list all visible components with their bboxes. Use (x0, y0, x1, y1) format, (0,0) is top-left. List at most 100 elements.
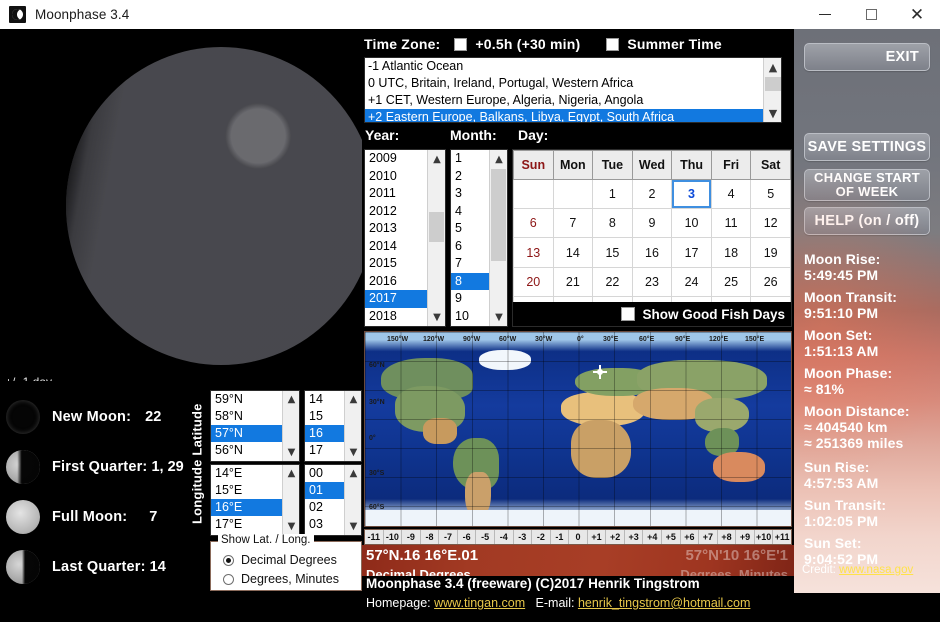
tz-tick[interactable]: -11 (365, 530, 384, 544)
day-cell[interactable]: 24 (671, 266, 712, 297)
close-button[interactable]: ✕ (894, 0, 940, 29)
list-item[interactable]: 14°E (211, 465, 282, 482)
tz-tick[interactable]: +6 (681, 530, 700, 544)
list-item-selected[interactable]: 8 (451, 272, 489, 290)
scrollbar[interactable]: ▲ ▼ (344, 465, 361, 535)
list-item[interactable]: 58°N (211, 408, 282, 425)
day-cell[interactable]: 23 (631, 266, 673, 297)
list-item[interactable]: 2009 (365, 150, 427, 168)
latitude-minutes-list[interactable]: 14 15 16 17 ▲ ▼ (304, 390, 362, 462)
list-item-selected[interactable]: 16 (305, 425, 344, 442)
tz-tick[interactable]: -1 (551, 530, 570, 544)
list-item[interactable]: 03 (305, 516, 344, 533)
list-item[interactable]: 2012 (365, 203, 427, 221)
tz-tick[interactable]: -9 (402, 530, 421, 544)
day-cell[interactable]: 10 (671, 208, 712, 239)
list-item[interactable]: 2014 (365, 238, 427, 256)
scrollbar-thumb[interactable] (491, 169, 506, 261)
day-cell[interactable]: 15 (592, 237, 633, 268)
longitude-minutes-list[interactable]: 00 01 02 03 ▲ ▼ (304, 464, 362, 536)
list-item[interactable]: 17 (305, 442, 344, 459)
scrollbar-thumb[interactable] (429, 212, 444, 242)
radio-decimal-degrees[interactable]: Decimal Degrees (223, 553, 337, 567)
day-cell[interactable]: 22 (592, 266, 633, 297)
list-item[interactable]: 4 (451, 203, 489, 221)
day-cell[interactable]: 7 (552, 208, 594, 239)
scrollbar-thumb[interactable] (765, 77, 781, 91)
scroll-down-icon[interactable]: ▼ (764, 104, 781, 122)
scrollbar[interactable]: ▲ ▼ (282, 465, 299, 535)
day-cell[interactable]: 8 (592, 208, 633, 239)
day-cell[interactable]: 12 (750, 208, 791, 239)
list-item[interactable]: 56°N (211, 442, 282, 459)
day-cell[interactable]: 14 (552, 237, 594, 268)
list-item[interactable]: 2011 (365, 185, 427, 203)
scroll-down-icon[interactable]: ▼ (345, 518, 361, 535)
scroll-down-icon[interactable]: ▼ (345, 444, 361, 461)
tz-tick[interactable]: +7 (699, 530, 718, 544)
homepage-link[interactable]: www.tingan.com (434, 596, 525, 610)
tz-tick[interactable]: -5 (476, 530, 495, 544)
world-map[interactable]: 150°W 120°W 90°W 60°W 30°W 0° 30°E 60°E … (364, 331, 792, 527)
scroll-up-icon[interactable]: ▲ (764, 58, 781, 76)
list-item[interactable]: 2016 (365, 273, 427, 291)
tz-tick[interactable]: +11 (773, 530, 791, 544)
scrollbar[interactable]: ▲ ▼ (282, 391, 299, 461)
month-list[interactable]: 1 2 3 4 5 6 7 8 9 10 ▲ ▼ (450, 149, 508, 327)
list-item[interactable]: 10 (451, 308, 489, 326)
list-item[interactable]: 15 (305, 408, 344, 425)
day-cell[interactable]: 1 (592, 179, 633, 210)
list-item[interactable]: 2015 (365, 255, 427, 273)
day-cell[interactable] (513, 179, 554, 210)
list-item-selected[interactable]: 01 (305, 482, 344, 499)
tz-tick[interactable]: -3 (514, 530, 533, 544)
tz-tick[interactable]: -10 (384, 530, 403, 544)
list-item[interactable]: 2013 (365, 220, 427, 238)
day-cell[interactable]: 18 (710, 237, 752, 268)
list-item[interactable]: 02 (305, 499, 344, 516)
list-item-selected[interactable]: 2017 (365, 290, 427, 308)
day-cell[interactable]: 21 (552, 266, 594, 297)
email-link[interactable]: henrik_tingstrom@hotmail.com (578, 596, 750, 610)
save-settings-button[interactable]: SAVE SETTINGS (804, 133, 930, 161)
list-item[interactable]: +1 CET, Western Europe, Algeria, Nigeria… (365, 92, 763, 109)
day-cell-selected[interactable]: 3 (671, 179, 712, 210)
day-cell[interactable]: 25 (710, 266, 752, 297)
scrollbar[interactable]: ▲ ▼ (427, 150, 445, 326)
day-cell[interactable]: 11 (710, 208, 752, 239)
list-item[interactable]: 9 (451, 290, 489, 308)
list-item[interactable]: 3 (451, 185, 489, 203)
list-item[interactable]: 59°N (211, 391, 282, 408)
scrollbar[interactable]: ▲ ▼ (489, 150, 507, 326)
list-item[interactable]: 5 (451, 220, 489, 238)
scroll-up-icon[interactable]: ▲ (283, 465, 299, 482)
tz-tick[interactable]: +2 (606, 530, 625, 544)
longitude-degrees-list[interactable]: 14°E 15°E 16°E 17°E ▲ ▼ (210, 464, 300, 536)
tz-tick[interactable]: +4 (643, 530, 662, 544)
moon-image-panel[interactable]: +/- 1 day (0, 29, 362, 381)
scroll-down-icon[interactable]: ▼ (283, 444, 299, 461)
radio-degrees-minutes[interactable]: Degrees, Minutes (223, 572, 339, 586)
tz-tick[interactable]: +10 (755, 530, 774, 544)
scrollbar[interactable]: ▲ ▼ (763, 58, 781, 122)
nasa-link[interactable]: www.nasa.gov (839, 564, 913, 576)
scroll-up-icon[interactable]: ▲ (283, 391, 299, 408)
day-cell[interactable]: 13 (513, 237, 554, 268)
list-item[interactable]: 1 (451, 150, 489, 168)
scroll-up-icon[interactable]: ▲ (345, 391, 361, 408)
list-item[interactable]: 00 (305, 465, 344, 482)
scroll-down-icon[interactable]: ▼ (490, 308, 507, 326)
day-cell[interactable]: 2 (631, 179, 673, 210)
list-item[interactable]: 2 (451, 168, 489, 186)
day-cell[interactable] (552, 179, 594, 210)
scroll-up-icon[interactable]: ▲ (428, 150, 445, 168)
scroll-down-icon[interactable]: ▼ (283, 518, 299, 535)
day-cell[interactable]: 26 (750, 266, 791, 297)
scroll-up-icon[interactable]: ▲ (345, 465, 361, 482)
maximize-button[interactable] (848, 0, 894, 29)
tz-tick[interactable]: 0 (569, 530, 588, 544)
tz-tick[interactable]: +9 (736, 530, 755, 544)
list-item[interactable]: 15°E (211, 482, 282, 499)
list-item[interactable]: 6 (451, 238, 489, 256)
day-cell[interactable]: 9 (631, 208, 673, 239)
